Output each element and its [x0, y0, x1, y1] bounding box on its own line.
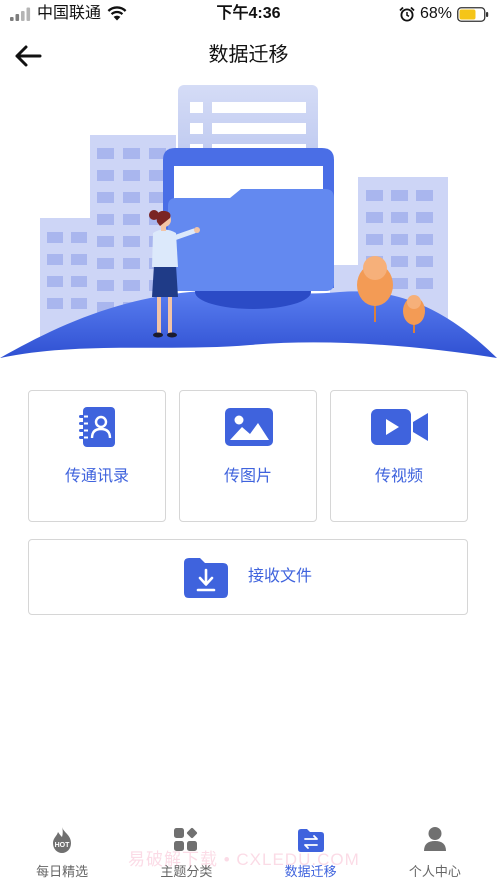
tab-categories[interactable]: 主题分类 [124, 818, 248, 883]
tab-daily-picks[interactable]: HOT 每日精选 [0, 818, 124, 883]
folder-download-icon [184, 558, 228, 598]
receive-files-label: 接收文件 [248, 568, 313, 585]
tab-profile[interactable]: 个人中心 [373, 818, 497, 883]
tab-daily-picks-label: 每日精选 [36, 864, 89, 879]
tab-data-migration[interactable]: 数据迁移 [249, 818, 373, 883]
status-bar: 中国联通 下午4:36 68% [0, 0, 497, 28]
page-title: 数据迁移 [208, 44, 289, 66]
bottom-tab-bar: HOT 每日精选 主题分类 数据迁移 个人中心 [0, 818, 497, 883]
receive-files-button[interactable]: 接收文件 [28, 539, 468, 615]
category-grid-icon [174, 827, 198, 851]
person-icon [423, 827, 446, 851]
tab-data-migration-label: 数据迁移 [284, 864, 337, 879]
tab-categories-label: 主题分类 [160, 864, 213, 879]
hot-flame-icon: HOT [53, 827, 72, 853]
tab-profile-label: 个人中心 [408, 864, 461, 879]
send-images-button[interactable]: 传图片 [179, 390, 317, 522]
image-icon [225, 408, 273, 446]
battery-icon [457, 7, 489, 22]
contacts-icon [79, 407, 115, 447]
alarm-icon [399, 6, 415, 22]
video-icon [371, 409, 428, 445]
send-videos-label: 传视频 [374, 468, 423, 485]
battery-percent: 68% [420, 5, 453, 22]
battery-level-fill [459, 9, 476, 20]
send-contacts-button[interactable]: 传通讯录 [28, 390, 166, 522]
send-contacts-label: 传通讯录 [64, 468, 129, 485]
send-videos-button[interactable]: 传视频 [330, 390, 468, 522]
data-migration-illustration [0, 85, 497, 358]
data-migration-icon [297, 829, 324, 852]
send-images-label: 传图片 [223, 468, 272, 485]
folder-graphic [163, 148, 334, 291]
hot-badge-text: HOT [55, 842, 71, 849]
